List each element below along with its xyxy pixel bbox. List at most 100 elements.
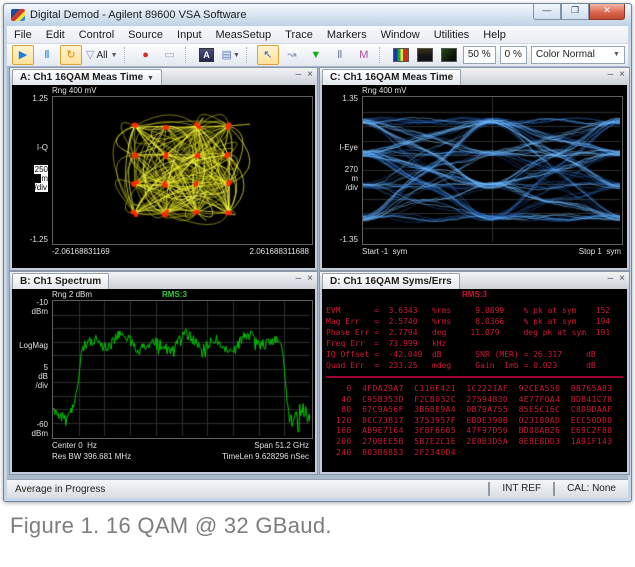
panel-a-content: Rng 400 mV 1.25 I-Q 250 m /div -1.25 -2.… bbox=[12, 85, 315, 268]
panel-b-resbw-label: Res BW 396.681 MHz bbox=[52, 452, 131, 461]
error-row: Mag Err = 2.5740 %rms 8.0366 % pk at sym… bbox=[326, 316, 625, 327]
title-bar[interactable]: Digital Demod - Agilent 89600 VSA Softwa… bbox=[4, 4, 631, 26]
panel-d-rms-label: RMS:3 bbox=[322, 290, 627, 299]
error-row: Phase Err = 2.7794 deg 11.079 deg pk at … bbox=[326, 327, 625, 338]
error-row: Quad Err = 233.25 mdeg Gain Imb = 0.023 … bbox=[326, 360, 625, 371]
menu-item-meassetup[interactable]: MeasSetup bbox=[209, 28, 279, 42]
panel-b-tab[interactable]: B: Ch1 Spectrum bbox=[12, 273, 109, 289]
panel-b-header: B: Ch1 Spectrum –× bbox=[10, 272, 317, 289]
panel-b: B: Ch1 Spectrum –× Rng 2 dBm RMS:3 -10 d… bbox=[9, 271, 318, 475]
window-body: FileEditControlSourceInputMeasSetupTrace… bbox=[7, 26, 628, 498]
pointer-icon[interactable]: ↖ bbox=[257, 45, 279, 65]
play-icon[interactable]: ▶ bbox=[12, 45, 34, 65]
error-row: Freq Err = 73.999 kHz bbox=[326, 338, 625, 349]
panel-c-range-label: Rng 400 mV bbox=[362, 86, 406, 95]
band-marker-icon[interactable]: Ⅱ bbox=[329, 45, 351, 65]
menu-item-trace[interactable]: Trace bbox=[278, 28, 320, 42]
panel-b-close-icon[interactable]: × bbox=[307, 273, 313, 284]
toolbar-separator bbox=[379, 47, 386, 63]
app-icon bbox=[11, 9, 25, 21]
spectrogram-icon[interactable] bbox=[390, 45, 412, 65]
panel-a-header: A: Ch1 16QAM Meas Time ▼ –× bbox=[10, 68, 317, 85]
panel-a-dropdown-icon[interactable]: ▼ bbox=[147, 75, 154, 82]
minimize-button[interactable]: — bbox=[533, 4, 561, 20]
menu-item-markers[interactable]: Markers bbox=[320, 28, 374, 42]
panel-c-scale-label[interactable]: 270 m /div bbox=[322, 165, 358, 193]
status-int-ref: INT REF bbox=[488, 482, 553, 496]
chevron-down-icon: ▼ bbox=[233, 52, 240, 59]
color-mode-select[interactable]: Color Normal▼ bbox=[531, 46, 625, 64]
hex-row: 160 AB9E7164 3F8F6605 47F97D50 BD08AB26 … bbox=[336, 426, 625, 437]
panel-c-ymin: -1.35 bbox=[322, 235, 358, 244]
menu-item-source[interactable]: Source bbox=[121, 28, 170, 42]
maximize-button[interactable]: ❐ bbox=[561, 4, 589, 20]
panel-c-close-icon[interactable]: × bbox=[619, 69, 625, 80]
overlap-percent-field[interactable]: 0 % bbox=[500, 46, 527, 64]
spectrum-plot[interactable] bbox=[52, 300, 313, 439]
restart-icon[interactable]: ↻ bbox=[60, 45, 82, 65]
panel-a-minimize-icon[interactable]: – bbox=[296, 69, 302, 80]
panel-a-ymin: -1.25 bbox=[12, 235, 48, 244]
menu-item-file[interactable]: File bbox=[7, 28, 39, 42]
display-capture-icon[interactable]: ▭ bbox=[159, 45, 181, 65]
panel-c-trace-label: I-Eye bbox=[322, 143, 358, 152]
toolbar: ▶Ⅱ↻▽All▼●▭A▤▼↖↝▼ⅡM50 %0 %Color Normal▼ bbox=[7, 44, 628, 67]
record-icon[interactable]: ● bbox=[135, 45, 157, 65]
status-bar: Average in Progress INT REFCAL: None bbox=[7, 479, 628, 498]
eye-diagram-plot[interactable] bbox=[362, 96, 623, 245]
average-percent-field[interactable]: 50 % bbox=[463, 46, 496, 64]
panel-b-scale-label[interactable]: 5 dB /div bbox=[12, 363, 48, 391]
panel-b-content: Rng 2 dBm RMS:3 -10 dBm LogMag 5 dB /div… bbox=[12, 289, 315, 472]
panel-a-tab[interactable]: A: Ch1 16QAM Meas Time ▼ bbox=[12, 69, 162, 85]
panel-b-minimize-icon[interactable]: – bbox=[296, 273, 302, 284]
menu-item-control[interactable]: Control bbox=[72, 28, 121, 42]
close-button[interactable]: ✕ bbox=[589, 4, 625, 20]
panel-a-close-icon[interactable]: × bbox=[307, 69, 313, 80]
panel-d-header: D: Ch1 16QAM Syms/Errs –× bbox=[320, 272, 629, 289]
syms-errs-table: EVM = 3.6343 %rms 9.0899 % pk at sym 152… bbox=[326, 305, 625, 458]
trace-image-1-icon[interactable] bbox=[414, 45, 436, 65]
trace-layout-icon[interactable]: ▤▼ bbox=[220, 45, 242, 65]
constellation-plot[interactable] bbox=[52, 96, 313, 245]
pause-icon[interactable]: Ⅱ bbox=[36, 45, 58, 65]
marker-coupling-icon[interactable]: M bbox=[353, 45, 375, 65]
trace-image-2-icon[interactable] bbox=[438, 45, 460, 65]
menu-item-input[interactable]: Input bbox=[170, 28, 208, 42]
panel-b-span-label: Span 51.2 GHz bbox=[254, 441, 309, 450]
figure-caption: Figure 1. 16 QAM @ 32 GBaud. bbox=[10, 513, 332, 539]
menu-item-edit[interactable]: Edit bbox=[39, 28, 72, 42]
menu-item-utilities[interactable]: Utilities bbox=[427, 28, 476, 42]
window-title: Digital Demod - Agilent 89600 VSA Softwa… bbox=[30, 9, 246, 21]
error-summary-block: EVM = 3.6343 %rms 9.0899 % pk at sym 152… bbox=[326, 305, 625, 371]
panel-b-ymax: -10 dBm bbox=[12, 298, 48, 316]
panel-c-tab[interactable]: C: Ch1 16QAM Meas Time bbox=[322, 69, 461, 85]
menu-item-help[interactable]: Help bbox=[476, 28, 513, 42]
table-divider bbox=[326, 376, 623, 378]
offset-marker-icon[interactable]: ↝ bbox=[281, 45, 303, 65]
panel-d-minimize-icon[interactable]: – bbox=[608, 273, 614, 284]
panel-c-ymax: 1.35 bbox=[322, 94, 358, 103]
hex-row: 80 67C9A56F 3B68E9A4 0B79A755 85E5C16C C… bbox=[336, 405, 625, 416]
app-window: Digital Demod - Agilent 89600 VSA Softwa… bbox=[3, 3, 632, 502]
hex-row: 40 C95B353D F2CB032C 27594830 4E77F0A4 B… bbox=[336, 395, 625, 406]
panel-b-range-label: Rng 2 dBm bbox=[52, 290, 92, 299]
panel-d-close-icon[interactable]: × bbox=[619, 273, 625, 284]
symbol-hex-table: 0 4FDA29A7 C116F421 1C2221AF 92CEA550 8B… bbox=[326, 384, 625, 458]
panel-d-tab[interactable]: D: Ch1 16QAM Syms/Errs bbox=[322, 273, 460, 289]
error-row: EVM = 3.6343 %rms 9.0899 % pk at sym 152 bbox=[326, 305, 625, 316]
panel-d: D: Ch1 16QAM Syms/Errs –× RMS:3 EVM = 3.… bbox=[319, 271, 630, 475]
measurement-filter-dropdown[interactable]: ▽All▼ bbox=[84, 45, 120, 65]
panel-a-range-label: Rng 400 mV bbox=[52, 86, 96, 95]
panel-c-xmin: Start -1 sym bbox=[362, 247, 407, 256]
toolbar-separator bbox=[124, 47, 131, 63]
client-area: A: Ch1 16QAM Meas Time ▼ –× Rng 400 mV 1… bbox=[7, 66, 628, 480]
panel-a-trace-label: I-Q bbox=[12, 143, 48, 152]
panel-b-timelen-label: TimeLen 9.628296 nSec bbox=[222, 452, 309, 461]
panel-a-scale-label[interactable]: 250 m /div bbox=[12, 165, 48, 193]
panel-c-minimize-icon[interactable]: – bbox=[608, 69, 614, 80]
panel-a-ymax: 1.25 bbox=[12, 94, 48, 103]
trace-data-icon[interactable]: A bbox=[196, 45, 218, 65]
panel-b-rms-label: RMS:3 bbox=[162, 290, 187, 299]
menu-item-window[interactable]: Window bbox=[374, 28, 427, 42]
peak-marker-icon[interactable]: ▼ bbox=[305, 45, 327, 65]
